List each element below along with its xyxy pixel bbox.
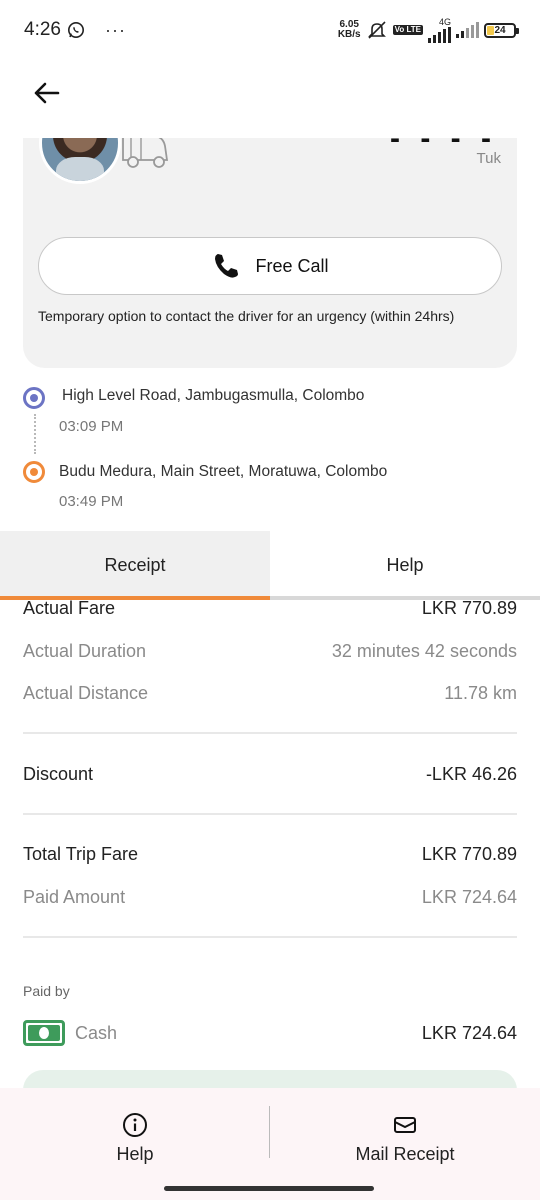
phone-icon: [215, 254, 239, 278]
payment-amount: LKR 724.64: [421, 1022, 517, 1043]
dropoff-time: 03:49 PM: [59, 493, 124, 510]
free-call-button[interactable]: Free Call: [38, 237, 502, 295]
status-bar: 4:26 ··· 6.05 KB/s Vo LTE 4G 24: [0, 0, 540, 60]
call-note: Temporary option to contact the driver f…: [38, 308, 455, 324]
vehicle-type: Tuk: [476, 150, 501, 167]
trip-route: High Level Road, Jambugasmulla, Colombo …: [0, 378, 540, 528]
mail-icon: [394, 1117, 416, 1133]
actual-fare-row: Actual Fare LKR 770.89: [23, 598, 517, 619]
discount-row: Discount -LKR 46.26: [23, 764, 517, 785]
route-connector: [34, 414, 36, 454]
volte-badge: Vo LTE: [392, 25, 423, 35]
pickup-time: 03:09 PM: [59, 418, 124, 435]
actual-duration-row: Actual Duration 32 minutes 42 seconds: [23, 641, 517, 662]
help-label: Help: [116, 1144, 154, 1164]
network-speed: 6.05 KB/s: [337, 19, 361, 40]
status-time: 4:26: [24, 19, 61, 40]
battery-percent: 24: [494, 24, 506, 36]
payment-method-row: Cash LKR 724.64: [23, 1020, 517, 1046]
total-trip-fare-label: Total Trip Fare: [23, 844, 139, 864]
help-button[interactable]: Help: [0, 1088, 270, 1200]
dropoff-address: Budu Medura, Main Street, Moratuwa, Colo…: [59, 463, 388, 480]
tab-receipt[interactable]: Receipt: [0, 531, 270, 600]
status-left: 4:26 ···: [24, 19, 126, 41]
signal-strength-secondary-icon: [456, 22, 479, 38]
signal-strength-icon: [428, 26, 451, 43]
total-trip-fare-value: LKR 770.89: [421, 844, 517, 864]
actual-distance-row: Actual Distance 11.78 km: [23, 683, 517, 704]
network-type: 4G: [438, 16, 451, 27]
actual-fare-label: Actual Fare: [23, 598, 116, 618]
mobile-signal: 4G: [428, 16, 451, 43]
mute-bell-icon: [367, 21, 386, 39]
cash-icon: [23, 1020, 65, 1046]
paid-by-label: Paid by: [23, 983, 70, 999]
mail-receipt-button[interactable]: Mail Receipt: [270, 1088, 540, 1200]
discount-value: -LKR 46.26: [425, 764, 517, 784]
paid-amount-value: LKR 724.64: [421, 887, 517, 907]
more-notifications-icon: ···: [104, 19, 126, 40]
bottom-action-bar: Help Mail Receipt: [0, 1088, 540, 1200]
pickup-marker-icon: [23, 387, 45, 409]
discount-label: Discount: [23, 764, 94, 784]
driver-avatar: [39, 138, 121, 184]
actual-fare-value: LKR 770.89: [421, 598, 517, 618]
info-icon: [123, 1113, 147, 1137]
tab-help[interactable]: Help: [270, 531, 540, 600]
pickup-address: High Level Road, Jambugasmulla, Colombo: [62, 387, 365, 404]
driver-card: - - - - Tuk Free Call Temporary option t…: [23, 138, 517, 368]
actual-duration-label: Actual Duration: [23, 641, 147, 661]
whatsapp-icon: [67, 22, 84, 38]
tab-bar: Receipt Help: [0, 531, 540, 600]
paid-amount-row: Paid Amount LKR 724.64: [23, 887, 517, 908]
free-call-label: Free Call: [255, 255, 329, 276]
payment-method: Cash: [23, 1020, 117, 1046]
actual-distance-label: Actual Distance: [23, 683, 149, 703]
battery-icon: 24: [484, 22, 519, 38]
divider: [23, 732, 517, 734]
paid-amount-label: Paid Amount: [23, 887, 126, 907]
total-trip-fare-row: Total Trip Fare LKR 770.89: [23, 844, 517, 865]
status-right: 6.05 KB/s Vo LTE 4G 24: [337, 16, 519, 43]
actual-duration-value: 32 minutes 42 seconds: [331, 641, 517, 661]
dropoff-marker-icon: [23, 461, 45, 483]
divider: [269, 1106, 270, 1158]
divider: [23, 936, 517, 938]
payment-method-label: Cash: [75, 1022, 118, 1043]
actual-distance-value: 11.78 km: [444, 683, 517, 703]
home-indicator[interactable]: [164, 1186, 374, 1191]
divider: [23, 813, 517, 815]
tuk-tuk-icon: [122, 138, 169, 168]
mail-receipt-label: Mail Receipt: [355, 1144, 455, 1164]
back-arrow-icon[interactable]: [30, 76, 64, 110]
